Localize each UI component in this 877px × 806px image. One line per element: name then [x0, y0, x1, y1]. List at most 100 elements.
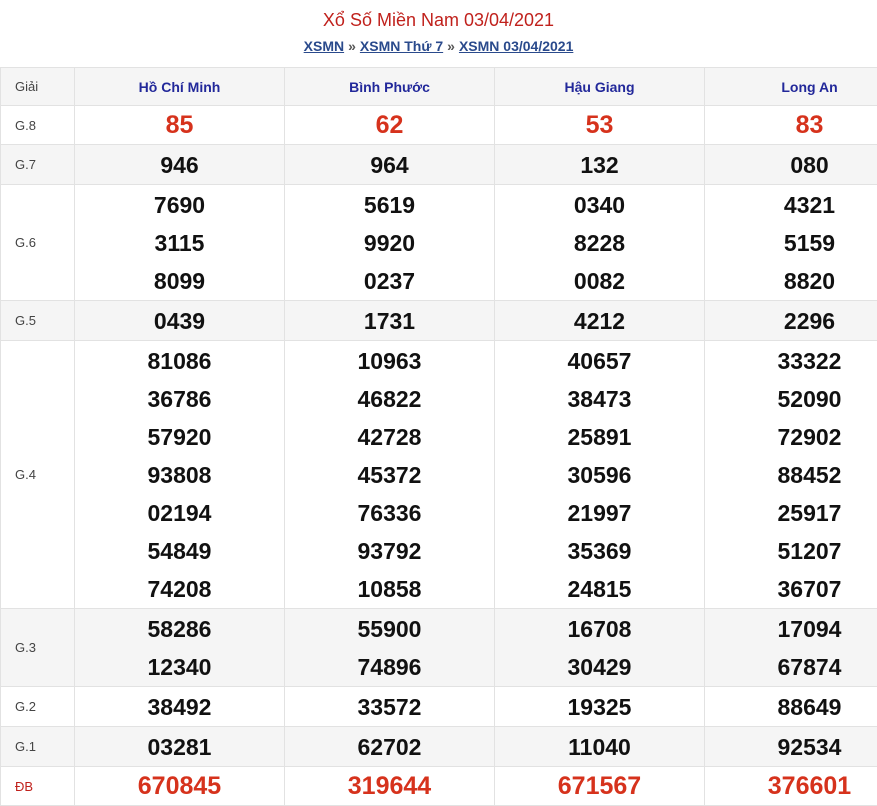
prize-row: G.7946964132080	[1, 145, 877, 185]
prize-row: G.50439173142122296	[1, 301, 877, 341]
result-cell: 946	[75, 145, 285, 185]
results-table: Giải Hồ Chí Minh Bình Phước Hậu Giang Lo…	[0, 67, 877, 806]
result-cell: 40657384732589130596219973536924815	[495, 341, 705, 609]
result-number: 36786	[75, 380, 284, 418]
result-number: 38473	[495, 380, 704, 418]
result-number: 8228	[495, 224, 704, 262]
result-cell: 0439	[75, 301, 285, 341]
result-cell: 5828612340	[75, 609, 285, 687]
result-number: 17094	[705, 610, 877, 648]
result-cell: 2296	[705, 301, 877, 341]
result-number: 40657	[495, 342, 704, 380]
result-cell: 964	[285, 145, 495, 185]
result-number: 0082	[495, 262, 704, 300]
result-number: 9920	[285, 224, 494, 262]
result-number: 5159	[705, 224, 877, 262]
result-number: 0237	[285, 262, 494, 300]
result-number: 62	[285, 106, 494, 144]
result-cell: 670845	[75, 767, 285, 806]
result-number: 46822	[285, 380, 494, 418]
page-title: Xổ Số Miền Nam 03/04/2021	[0, 0, 877, 31]
result-cell: 034082280082	[495, 185, 705, 301]
result-cell: 561999200237	[285, 185, 495, 301]
result-number: 93792	[285, 532, 494, 570]
breadcrumb-separator: »	[443, 38, 459, 54]
result-number: 946	[75, 146, 284, 184]
result-number: 4321	[705, 186, 877, 224]
result-cell: 376601	[705, 767, 877, 806]
result-cell: 432151598820	[705, 185, 877, 301]
breadcrumb-link-xsmn-date[interactable]: XSMN 03/04/2021	[459, 38, 573, 54]
breadcrumb-separator: »	[344, 38, 360, 54]
result-cell: 62	[285, 106, 495, 145]
result-number: 83	[705, 106, 877, 144]
result-cell: 4212	[495, 301, 705, 341]
result-number: 74208	[75, 570, 284, 608]
province-header-row: Giải Hồ Chí Minh Bình Phước Hậu Giang Lo…	[1, 68, 877, 106]
result-cell: 33322520907290288452259175120736707	[705, 341, 877, 609]
prize-label: G.4	[1, 341, 75, 609]
result-number: 11040	[495, 728, 704, 766]
result-cell: 38492	[75, 687, 285, 727]
result-number: 319644	[285, 767, 494, 805]
result-cell: 19325	[495, 687, 705, 727]
prize-row: G.103281627021104092534	[1, 727, 877, 767]
prize-label: G.3	[1, 609, 75, 687]
result-number: 0340	[495, 186, 704, 224]
result-number: 21997	[495, 494, 704, 532]
result-number: 85	[75, 106, 284, 144]
result-cell: 81086367865792093808021945484974208	[75, 341, 285, 609]
result-number: 080	[705, 146, 877, 184]
result-cell: 671567	[495, 767, 705, 806]
result-number: 12340	[75, 648, 284, 686]
result-number: 88452	[705, 456, 877, 494]
result-number: 10858	[285, 570, 494, 608]
prize-label: ĐB	[1, 767, 75, 806]
result-number: 2296	[705, 302, 877, 340]
result-number: 51207	[705, 532, 877, 570]
result-number: 35369	[495, 532, 704, 570]
result-number: 72902	[705, 418, 877, 456]
result-number: 671567	[495, 767, 704, 805]
result-number: 10963	[285, 342, 494, 380]
result-number: 8820	[705, 262, 877, 300]
prize-row: G.67690311580995619992002370340822800824…	[1, 185, 877, 301]
result-cell: 1709467874	[705, 609, 877, 687]
result-number: 38492	[75, 688, 284, 726]
result-number: 4212	[495, 302, 704, 340]
result-number: 16708	[495, 610, 704, 648]
result-number: 5619	[285, 186, 494, 224]
result-number: 88649	[705, 688, 877, 726]
result-number: 76336	[285, 494, 494, 532]
result-cell: 85	[75, 106, 285, 145]
result-cell: 83	[705, 106, 877, 145]
result-number: 53	[495, 106, 704, 144]
result-number: 67874	[705, 648, 877, 686]
result-number: 3115	[75, 224, 284, 262]
province-name: Hậu Giang	[495, 68, 705, 106]
breadcrumb-link-xsmn-thu-7[interactable]: XSMN Thứ 7	[360, 38, 443, 54]
result-cell: 769031158099	[75, 185, 285, 301]
result-cell: 080	[705, 145, 877, 185]
result-number: 132	[495, 146, 704, 184]
result-number: 25891	[495, 418, 704, 456]
result-number: 42728	[285, 418, 494, 456]
result-number: 93808	[75, 456, 284, 494]
result-number: 24815	[495, 570, 704, 608]
result-cell: 62702	[285, 727, 495, 767]
breadcrumb: XSMN»XSMN Thứ 7»XSMN 03/04/2021	[0, 37, 877, 55]
result-number: 55900	[285, 610, 494, 648]
result-number: 81086	[75, 342, 284, 380]
breadcrumb-link-xsmn[interactable]: XSMN	[304, 38, 344, 54]
result-cell: 11040	[495, 727, 705, 767]
result-cell: 319644	[285, 767, 495, 806]
prize-label: G.2	[1, 687, 75, 727]
result-number: 03281	[75, 728, 284, 766]
prize-row: G.885625383	[1, 106, 877, 145]
page-header: Xổ Số Miền Nam 03/04/2021 XSMN»XSMN Thứ …	[0, 0, 877, 67]
result-cell: 03281	[75, 727, 285, 767]
prize-label: G.6	[1, 185, 75, 301]
result-number: 02194	[75, 494, 284, 532]
result-number: 19325	[495, 688, 704, 726]
result-cell: 33572	[285, 687, 495, 727]
